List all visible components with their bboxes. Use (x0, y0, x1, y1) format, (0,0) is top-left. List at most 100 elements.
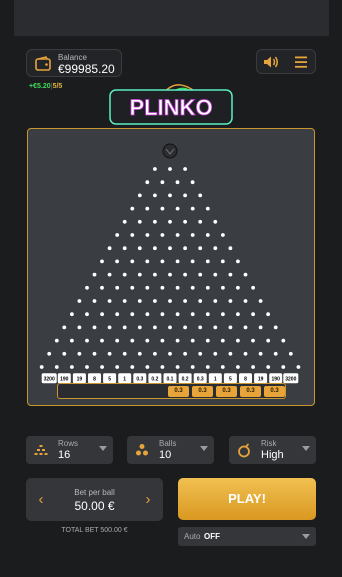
history-chip: 0.3 (264, 386, 285, 397)
multiplier-label: 8 (244, 377, 247, 383)
increase-bet-button[interactable]: › (133, 478, 163, 521)
peg (243, 325, 248, 330)
peg-field: 3200 190 19 8 5 1 0.3 0.2 0.1 0.2 0.3 1 5 8 19 190 3200 (39, 143, 301, 384)
decrease-bet-button[interactable]: ‹ (26, 478, 56, 521)
balls-select[interactable]: Balls 10 (127, 436, 214, 464)
multiplier-label: 0.1 (167, 377, 174, 383)
multiplier-label: 1 (123, 377, 126, 383)
peg (258, 325, 263, 330)
peg (92, 351, 97, 356)
sound-icon[interactable] (260, 53, 282, 71)
menu-icon[interactable] (290, 53, 312, 71)
multiplier-label: 190 (60, 377, 69, 383)
plinko-board: 3200 190 19 8 5 1 0.3 0.2 0.1 0.2 0.3 1 5 8 19 190 3200 (27, 128, 315, 406)
peg (115, 312, 120, 317)
peg (100, 312, 104, 317)
peg (137, 246, 142, 251)
multiplier-slot: 5 (223, 373, 237, 384)
peg (85, 365, 89, 369)
rows-select[interactable]: Rows 16 (26, 436, 113, 464)
balls-icon (136, 444, 148, 456)
peg (213, 219, 218, 224)
peg (198, 299, 203, 303)
peg (122, 325, 127, 330)
peg (243, 351, 248, 356)
peg (190, 233, 195, 237)
peg (115, 285, 120, 290)
peg (130, 285, 135, 290)
peg (115, 338, 120, 343)
peg (77, 299, 82, 303)
peg (221, 285, 225, 290)
peg (236, 312, 240, 317)
peg (160, 259, 165, 264)
chevron-down-icon (302, 446, 310, 451)
peg (251, 285, 256, 290)
peg (175, 233, 180, 237)
ball-dropper-icon (162, 143, 178, 159)
peg (168, 246, 172, 251)
multiplier-label: 5 (108, 377, 111, 383)
peg (228, 299, 233, 303)
bet-value[interactable]: 50.00 € (56, 499, 133, 513)
auto-select[interactable]: Auto OFF (178, 527, 316, 546)
peg (160, 285, 165, 290)
peg (92, 299, 97, 303)
history-chip: 0.3 (168, 386, 189, 397)
peg (168, 272, 172, 277)
peg (183, 167, 188, 171)
multiplier-slot: 8 (88, 373, 101, 384)
peg (137, 299, 142, 303)
play-button[interactable]: PLAY! (178, 478, 316, 520)
peg (100, 259, 104, 264)
peg (190, 285, 195, 290)
peg (130, 312, 135, 317)
peg (137, 219, 142, 224)
peg (190, 338, 195, 343)
peg (183, 193, 188, 198)
peg (205, 312, 210, 317)
peg (77, 351, 82, 356)
peg (183, 246, 188, 251)
peg (190, 259, 195, 264)
peg (288, 351, 293, 356)
multiplier-slot: 3200 (283, 373, 299, 384)
peg (130, 259, 135, 264)
peg (115, 233, 120, 237)
wallet-icon (35, 56, 51, 71)
peg (39, 365, 44, 369)
peg (77, 325, 82, 330)
multiplier-label: 19 (258, 377, 264, 383)
bet-label: Bet per ball (74, 488, 115, 497)
peg (122, 351, 127, 356)
peg (153, 167, 157, 171)
peg (236, 259, 240, 264)
multiplier-slot: 190 (57, 373, 71, 384)
peg (70, 312, 74, 317)
peg (47, 351, 52, 356)
peg (107, 299, 112, 303)
peg (115, 365, 120, 369)
peg (228, 272, 233, 277)
peg (160, 312, 165, 317)
peg (107, 246, 112, 251)
peg (258, 351, 263, 356)
controls-panel (256, 49, 316, 74)
peg (168, 351, 172, 356)
peg (281, 365, 286, 369)
multiplier-slot: 3200 (41, 373, 57, 384)
peg (160, 338, 165, 343)
risk-bomb-icon (238, 443, 250, 458)
plinko-logo: PLINKO (109, 84, 233, 125)
peg (175, 285, 180, 290)
peg (236, 285, 240, 290)
peg (130, 338, 135, 343)
peg (153, 272, 157, 277)
peg (213, 325, 218, 330)
peg (168, 325, 172, 330)
peg (213, 351, 218, 356)
peg (228, 246, 233, 251)
peg (153, 246, 157, 251)
peg (213, 272, 218, 277)
risk-select[interactable]: Risk High (229, 436, 316, 464)
